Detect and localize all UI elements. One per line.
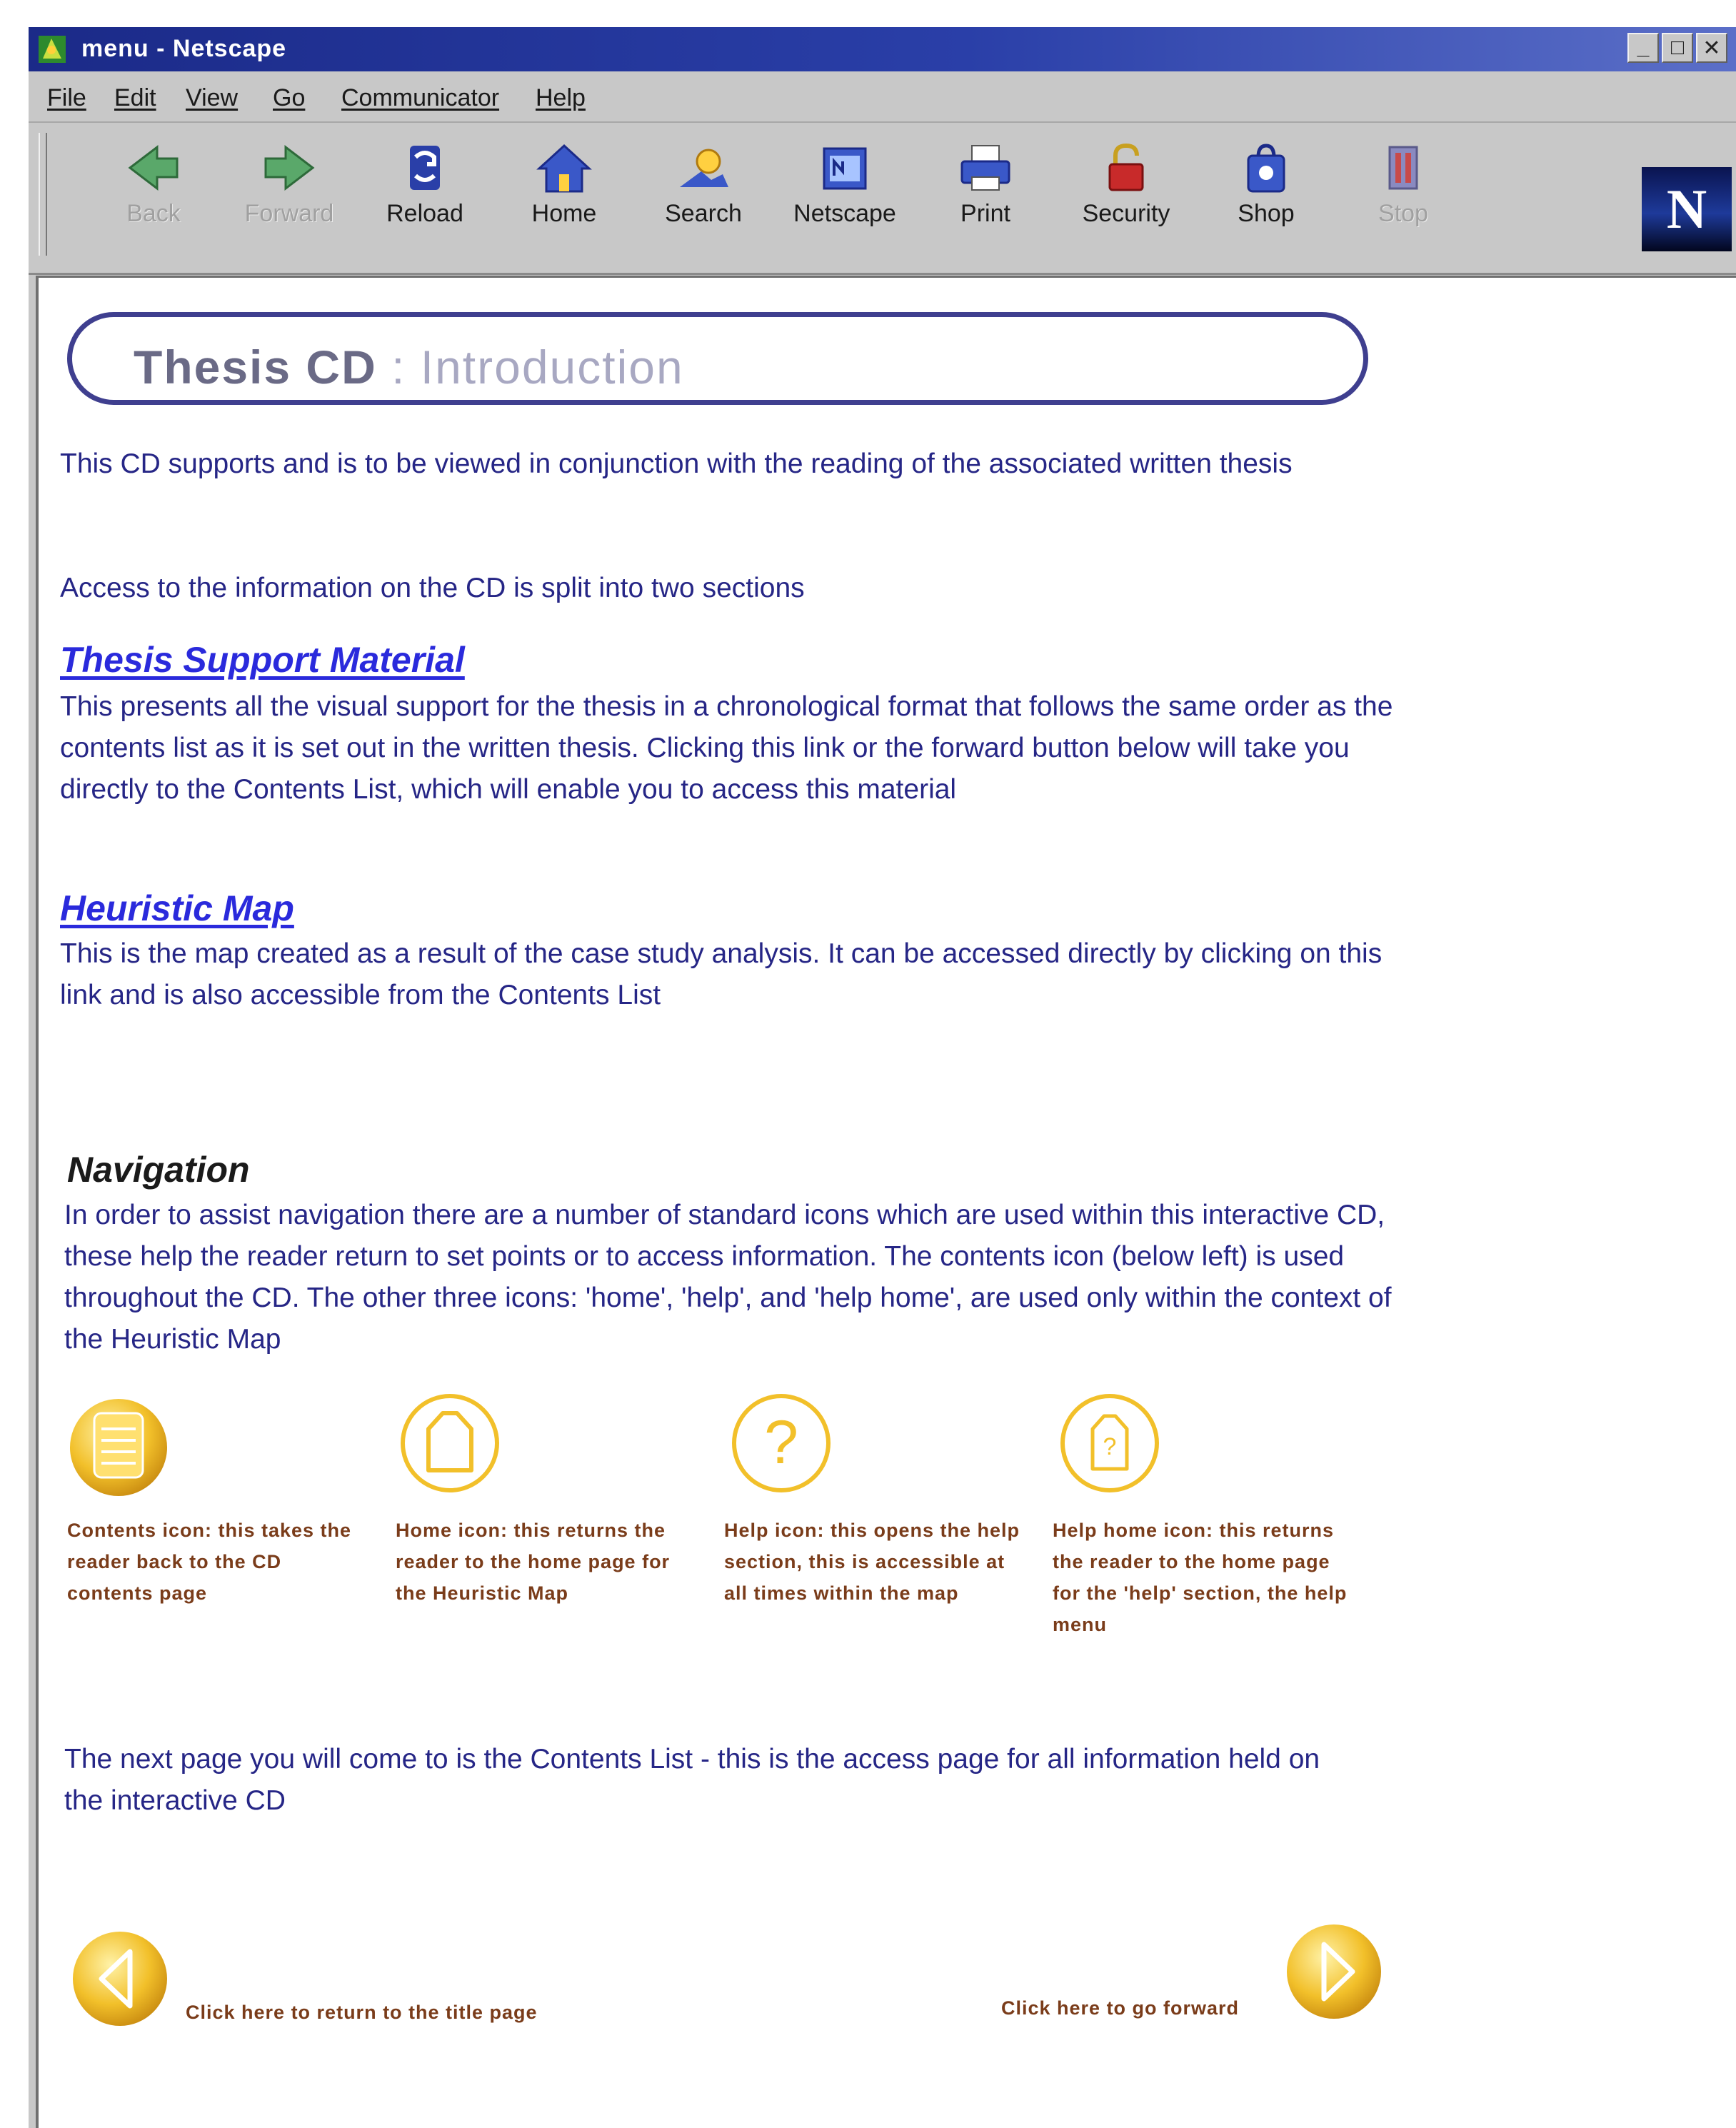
netscape-button[interactable]: Netscape [784,136,905,257]
home-icon-caption: Home icon: this returns the reader to th… [396,1520,671,1604]
print-icon [960,145,1010,191]
home-label: Home [531,200,597,227]
contents-icon[interactable] [67,1392,181,1506]
menu-view[interactable]: View [186,84,238,112]
help-icon[interactable]: ? [724,1392,838,1506]
shop-bag-icon [1247,144,1285,193]
window-controls: _ □ ✕ [1627,33,1727,63]
netscape-logo[interactable]: N [1642,167,1732,251]
intro-paragraph: This CD supports and is to be viewed in … [60,448,1293,479]
next-page-paragraph: The next page you will come to is the Co… [64,1744,1320,1816]
svg-text:?: ? [764,1408,798,1477]
page-title-sub: Introduction [420,341,684,393]
shop-button[interactable]: Shop [1205,136,1327,257]
heuristic-map-description: This is the map created as a result of t… [60,938,1383,1010]
title-bar: menu - Netscape _ □ ✕ [29,27,1736,71]
navigation-toolbar: Back Forward Reload Home Search Netscape… [29,123,1736,275]
sections-paragraph: Access to the information on the CD is s… [60,573,805,603]
back-arrow-icon [128,144,179,191]
window-title: menu - Netscape [81,35,287,62]
search-icon [680,149,728,187]
menu-edit[interactable]: Edit [114,84,156,112]
navigation-description: In order to assist navigation there are … [64,1200,1392,1355]
page-content: Thesis CD : Introduction This CD support… [36,276,1736,2128]
security-label: Security [1082,200,1170,227]
back-button[interactable]: Back [93,136,214,257]
help-icon-legend: ? Help icon: this opens the help section… [724,1392,1024,1609]
back-caption[interactable]: Click here to return to the title page [186,2002,538,2024]
home-button[interactable]: Home [503,136,625,257]
close-icon: ✕ [1702,36,1721,60]
navigation-heading: Navigation [67,1150,250,1190]
home-icon [536,144,592,193]
minimize-icon: _ [1637,36,1650,59]
stop-button[interactable]: Stop [1343,136,1464,257]
reload-icon [410,146,440,190]
netscape-label: Netscape [793,200,896,227]
help-home-icon[interactable]: ? [1053,1392,1167,1506]
shop-label: Shop [1238,200,1295,227]
help-icon-caption: Help icon: this opens the help section, … [724,1520,1020,1604]
menu-file[interactable]: File [47,84,86,112]
stop-icon [1388,146,1418,190]
page-title: Thesis CD : Introduction [134,340,684,394]
help-home-icon-caption: Help home icon: this returns the reader … [1053,1520,1348,1635]
home-icon-legend: Home icon: this returns the reader to th… [396,1392,696,1609]
print-label: Print [960,200,1010,227]
heuristic-map-link[interactable]: Heuristic Map [60,888,294,929]
maximize-icon: □ [1670,36,1685,59]
menu-go[interactable]: Go [273,84,305,112]
toolbar-grip[interactable] [39,133,47,256]
maximize-button[interactable]: □ [1662,33,1693,63]
netscape-guide-icon [823,147,867,190]
print-button[interactable]: Print [925,136,1046,257]
back-nav-arrow-button[interactable] [69,1927,176,2034]
contents-icon-legend: Contents icon: this takes the reader bac… [67,1392,367,1609]
page-header: Thesis CD : Introduction [67,312,1368,405]
back-label: Back [126,200,181,227]
home-nav-icon[interactable] [396,1392,510,1506]
minimize-button[interactable]: _ [1627,33,1659,63]
forward-label: Forward [244,200,334,227]
browser-window: menu - Netscape _ □ ✕ File Edit View Go … [29,27,1736,2128]
menu-help[interactable]: Help [536,84,586,112]
contents-icon-caption: Contents icon: this takes the reader bac… [67,1520,352,1604]
help-home-icon-legend: ? Help home icon: this returns the reade… [1053,1392,1353,1640]
page-title-separator: : [376,341,421,393]
security-button[interactable]: Security [1065,136,1187,257]
reload-label: Reload [386,200,463,227]
reload-button[interactable]: Reload [364,136,486,257]
search-button[interactable]: Search [643,136,764,257]
thesis-support-description: This presents all the visual support for… [60,691,1393,805]
search-label: Search [665,200,742,227]
menu-bar: File Edit View Go Communicator Help [29,71,1736,123]
forward-caption[interactable]: Click here to go forward [1001,1997,1239,2019]
netscape-app-icon [39,36,66,63]
security-lock-icon [1108,143,1144,191]
menu-communicator[interactable]: Communicator [341,84,499,112]
page-title-main: Thesis CD [134,341,377,393]
forward-arrow-icon [264,144,315,191]
stop-label: Stop [1378,200,1428,227]
forward-button[interactable]: Forward [229,136,350,257]
thesis-support-material-link[interactable]: Thesis Support Material [60,639,465,681]
forward-nav-arrow-button[interactable] [1280,1920,1387,2027]
svg-text:?: ? [1103,1433,1117,1460]
close-button[interactable]: ✕ [1696,33,1727,63]
